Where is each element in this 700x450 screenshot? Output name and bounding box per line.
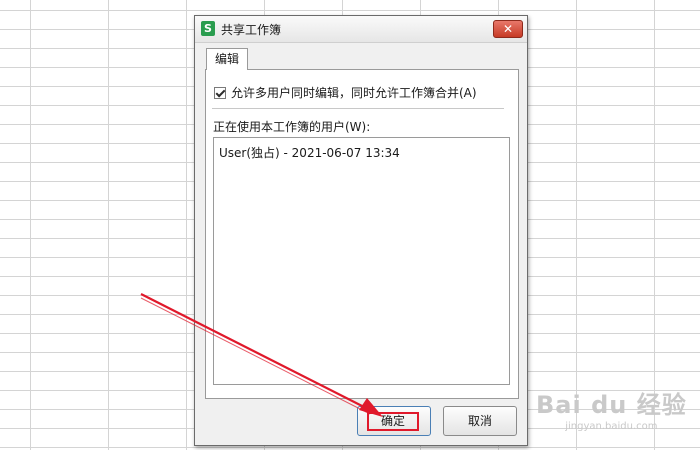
tab-edit[interactable]: 编辑: [206, 48, 248, 70]
allow-multiuser-checkbox[interactable]: [214, 86, 226, 99]
close-icon: ✕: [502, 22, 514, 36]
watermark-main: Bai du 经验: [536, 391, 687, 419]
cancel-button[interactable]: 取消: [443, 406, 517, 436]
watermark-url: jingyan.baidu.com: [565, 421, 658, 432]
close-button[interactable]: ✕: [493, 20, 523, 38]
current-users-label: 正在使用本工作簿的用户(W):: [213, 120, 371, 134]
current-users-list[interactable]: User(独占) - 2021-06-07 13:34: [213, 137, 510, 385]
list-item[interactable]: User(独占) - 2021-06-07 13:34: [219, 144, 400, 161]
ok-button-label: 确定: [367, 412, 419, 431]
ok-button[interactable]: 确定: [357, 406, 431, 436]
baidu-jingyan-watermark: Bai du 经验 jingyan.baidu.com: [536, 385, 687, 432]
edit-tab-panel: 允许多用户同时编辑，同时允许工作簿合并(A) 正在使用本工作簿的用户(W): U…: [205, 69, 519, 399]
dialog-title: 共享工作簿: [221, 23, 282, 37]
share-workbook-dialog: S 共享工作簿 ✕ 编辑 允许多用户同时编辑，同时允许工作簿合并(A) 正在使用…: [194, 15, 528, 446]
allow-multiuser-row[interactable]: 允许多用户同时编辑，同时允许工作簿合并(A): [214, 84, 477, 101]
allow-multiuser-label[interactable]: 允许多用户同时编辑，同时允许工作簿合并(A): [231, 84, 477, 101]
separator: [212, 108, 504, 109]
wps-spreadsheet-icon: S: [201, 21, 215, 36]
dialog-titlebar[interactable]: S 共享工作簿 ✕: [195, 16, 527, 43]
